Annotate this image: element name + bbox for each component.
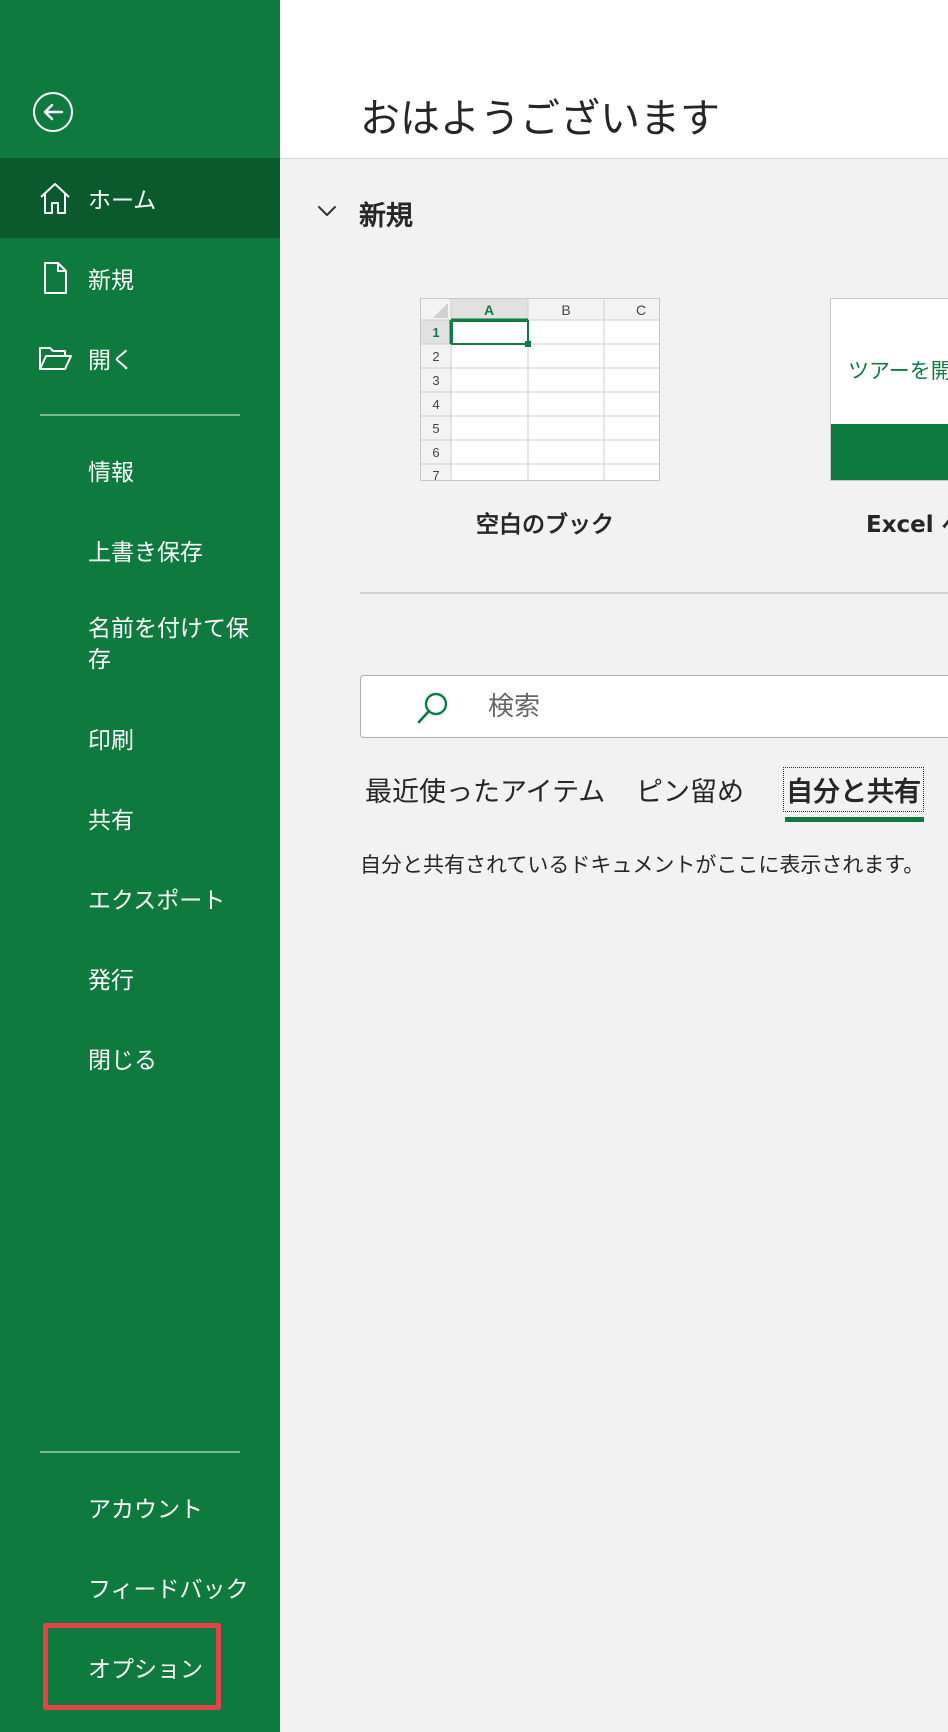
sidebar-divider [40,1451,240,1453]
tour-card-text: ツアーを開 [848,359,948,383]
section-title-new: 新規 [359,201,413,232]
row-header: 7 [432,468,439,480]
sidebar-item-label: 閉じる [88,1048,157,1074]
sidebar-item-export[interactable]: エクスポート [0,858,280,938]
sidebar-item-save[interactable]: 上書き保存 [0,510,280,590]
column-header: B [561,302,570,318]
sidebar-item-label: 印刷 [88,728,134,754]
sidebar-item-label: 開く [88,348,134,374]
blank-workbook-label: 空白のブック [476,512,614,538]
sidebar-item-publish[interactable]: 発行 [0,938,280,1018]
column-header: C [636,302,646,318]
search-box[interactable] [360,675,948,738]
blank-workbook-template[interactable]: A B C 1 2 3 4 5 6 7 [420,298,660,483]
row-header: 1 [432,325,439,340]
sidebar-item-account[interactable]: アカウント [0,1467,280,1547]
back-button[interactable] [33,92,73,132]
row-header: 2 [432,349,439,364]
sidebar-item-label: 情報 [88,460,134,486]
sidebar-item-save-as[interactable]: 名前を付けて保存 [0,605,280,685]
search-input[interactable] [486,684,940,730]
active-tab-indicator [785,817,924,822]
new-document-icon [44,262,67,294]
row-header: 6 [432,445,439,460]
spreadsheet-grid-thumbnail: A B C 1 2 3 4 5 6 7 [421,299,659,483]
sidebar-item-label: アカウント [88,1497,203,1523]
sidebar-item-label: 新規 [88,268,134,294]
sidebar-item-label: 発行 [88,968,134,994]
home-icon [40,183,70,214]
sidebar-divider [40,414,240,416]
row-header: 3 [432,373,439,388]
section-divider [360,592,948,594]
sidebar-item-home[interactable]: ホーム [0,158,280,238]
row-header: 5 [432,421,439,436]
sidebar-item-label: エクスポート [88,888,226,914]
sidebar-item-close[interactable]: 閉じる [0,1018,280,1098]
column-header: A [484,302,494,318]
sidebar-item-open[interactable]: 開く [0,318,280,398]
sidebar-item-feedback[interactable]: フィードバック [0,1547,280,1627]
sidebar-item-label: フィードバック [88,1577,249,1603]
tab-pinned[interactable]: ピン留め [636,770,744,809]
tab-recent[interactable]: 最近使ったアイテム [365,770,605,809]
options-highlight-box [43,1623,221,1710]
greeting-title: おはようございます [360,96,720,142]
sidebar-item-label: 名前を付けて保存 [88,616,249,673]
excel-tour-label: Excel へ [866,512,948,538]
tour-card-bar [831,424,948,480]
sidebar-item-share[interactable]: 共有 [0,778,280,858]
back-arrow-icon [43,103,64,121]
sidebar-item-new[interactable]: 新規 [0,238,280,318]
empty-state-message: 自分と共有されているドキュメントがここに表示されます。 [360,853,925,877]
open-folder-icon [39,347,72,370]
sidebar-item-label: ホーム [88,188,157,214]
search-icon [417,692,448,724]
backstage-sidebar: ホーム 新規 開く 情報 上書き保存 名前を付けて保存 印刷 共有 エクスポート… [0,0,280,1732]
main-header: おはようございます [280,0,948,159]
sidebar-item-label: 共有 [88,808,134,834]
chevron-down-icon[interactable] [314,198,340,224]
sidebar-item-label: 上書き保存 [88,540,203,566]
sidebar-item-info[interactable]: 情報 [0,430,280,510]
tab-shared-with-me[interactable]: 自分と共有 [783,767,924,812]
row-header: 4 [432,397,439,412]
sidebar-item-print[interactable]: 印刷 [0,698,280,778]
excel-tour-template[interactable]: ツアーを開 [830,298,948,481]
